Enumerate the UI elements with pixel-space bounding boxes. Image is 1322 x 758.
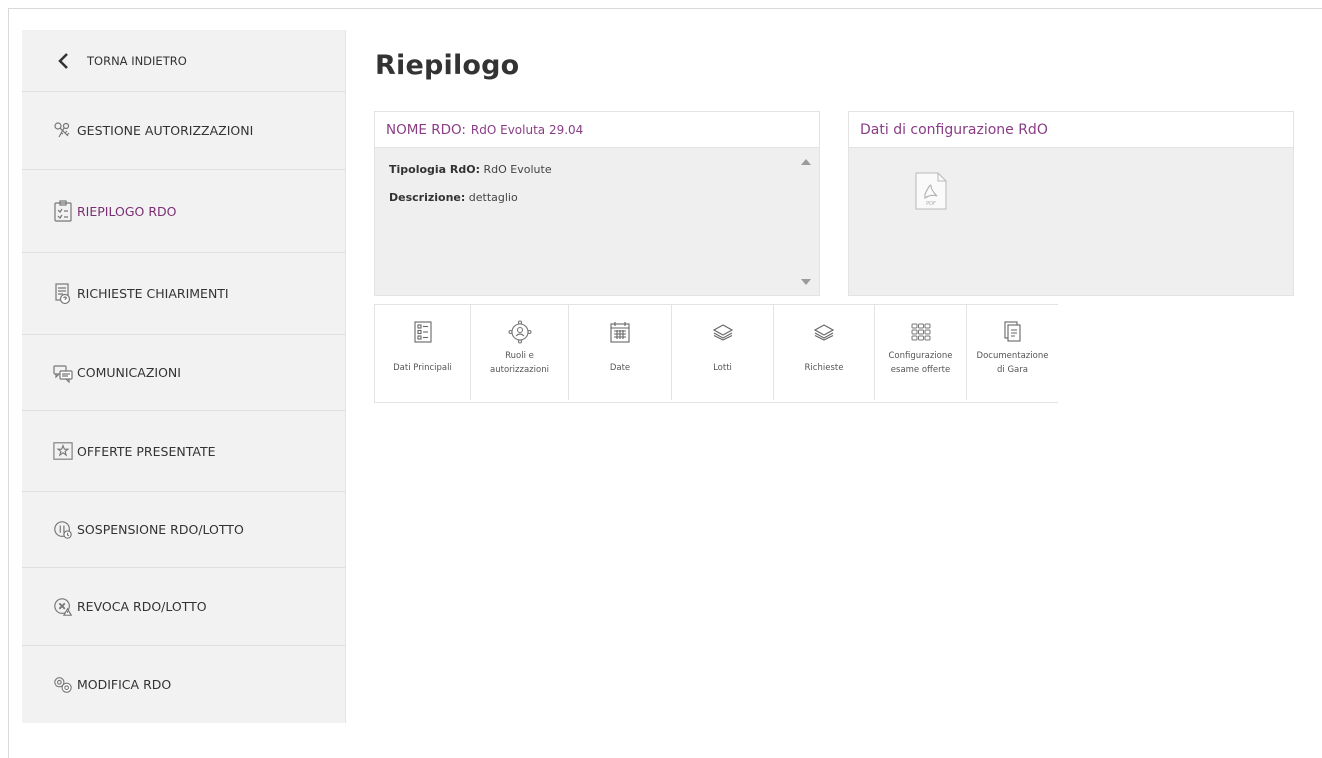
sidebar-item-label: COMUNICAZIONI [77,365,181,380]
tipologia-value: RdO Evolute [483,163,552,176]
tab-lotti[interactable]: Lotti [672,305,774,400]
rdo-card-body: Tipologia RdO: RdO Evolute Descrizione: … [375,148,819,295]
tab-label-line-2: autorizzazioni [490,365,549,375]
descrizione-line: Descrizione: dettaglio [389,191,518,204]
tab-label-line-2: di Gara [997,365,1028,375]
sidebar-item-sospensione[interactable]: SOSPENSIONE RDO/LOTTO [22,492,345,568]
tab-dati-principali[interactable]: Dati Principali [375,305,471,400]
rdo-scrollbar[interactable] [793,148,819,295]
cancel-icon [53,597,73,617]
sidebar-item-comunicazioni[interactable]: COMUNICAZIONI [22,335,345,411]
documents-icon [1001,319,1025,345]
tab-ruoli-autorizzazioni[interactable]: Ruoli e autorizzazioni [471,305,569,400]
tipologia-label: Tipologia RdO: [389,163,481,176]
keys-icon [53,121,73,141]
tab-label: Documentazione di Gara [967,349,1058,377]
sidebar-item-label: SOSPENSIONE RDO/LOTTO [77,522,244,537]
sidebar: TORNA INDIETRO GESTIONE AUTORIZZAZIONI R… [22,30,346,723]
rdo-summary-card: NOME RDO: RdO Evoluta 29.04 Tipologia Rd… [374,111,820,296]
sidebar-item-label: REVOCA RDO/LOTTO [77,599,207,614]
back-label: TORNA INDIETRO [87,53,187,68]
frame-left-border [8,8,9,758]
tab-label-line-1: Documentazione [976,351,1049,361]
tab-date[interactable]: Date [569,305,672,400]
rdo-card-header: NOME RDO: RdO Evoluta 29.04 [375,112,819,148]
chevron-left-icon [53,51,73,71]
sidebar-item-richieste-chiarimenti[interactable]: RICHIESTE CHIARIMENTI [22,253,345,335]
sidebar-item-label: OFFERTE PRESENTATE [77,443,216,459]
scroll-up-arrow-icon[interactable] [801,159,811,165]
sidebar-item-label: GESTIONE AUTORIZZAZIONI [77,123,254,138]
pdf-icon-text: PDF [926,201,936,207]
grid-icon [909,319,933,345]
user-roles-icon [507,319,532,345]
config-card: Dati di configurazione RdO PDF [848,111,1294,296]
rdo-name-label: NOME RDO: [386,121,466,138]
tipologia-line: Tipologia RdO: RdO Evolute [389,163,552,176]
tab-label: Dati Principali [393,363,452,373]
sidebar-item-revoca[interactable]: REVOCA RDO/LOTTO [22,568,345,646]
sidebar-item-modifica-rdo[interactable]: MODIFICA RDO [22,646,345,723]
config-card-header: Dati di configurazione RdO [849,112,1293,148]
back-button[interactable]: TORNA INDIETRO [22,30,345,92]
descrizione-value: dettaglio [468,191,518,204]
clipboard-icon [53,200,73,222]
descrizione-label: Descrizione: [389,191,466,204]
tab-label-line-1: Configurazione [888,351,953,361]
layers-icon [711,319,735,345]
sidebar-item-gestione-autorizzazioni[interactable]: GESTIONE AUTORIZZAZIONI [22,92,345,170]
tab-configurazione-esame-offerte[interactable]: Configurazione esame offerte [875,305,967,400]
layers-icon [812,319,836,345]
list-icon [411,319,435,345]
pause-icon [53,520,73,540]
sidebar-item-label: MODIFICA RDO [77,677,172,692]
rdo-name-value: RdO Evoluta 29.04 [470,122,584,137]
sidebar-item-offerte-presentate[interactable]: OFFERTE PRESENTATE [22,411,345,492]
star-frame-icon [53,441,73,461]
chat-icon [53,363,73,383]
tab-label: Configurazione esame offerte [875,349,966,377]
calendar-icon [608,319,632,345]
pdf-icon[interactable]: PDF [915,172,947,210]
gears-icon [53,675,73,695]
tab-label: Lotti [713,363,732,373]
tab-richieste[interactable]: Richieste [774,305,875,400]
tab-label-line-2: esame offerte [890,365,951,375]
tab-label: Ruoli e autorizzazioni [471,349,568,377]
page-title: Riepilogo [375,50,520,81]
tab-label-line-1: Ruoli e [505,351,534,361]
config-card-body: PDF [849,148,1293,295]
frame-top-border [8,8,1322,9]
config-card-title: Dati di configurazione RdO [860,121,1048,138]
document-question-icon [53,282,73,304]
section-tabs: Dati Principali Ruoli e autorizzazioni D… [374,304,1058,403]
sidebar-item-riepilogo-rdo[interactable]: RIEPILOGO RDO [22,170,345,253]
scroll-down-arrow-icon[interactable] [801,279,811,285]
tab-documentazione-gara[interactable]: Documentazione di Gara [967,305,1058,400]
sidebar-item-label: RIEPILOGO RDO [77,203,177,219]
sidebar-item-label: RICHIESTE CHIARIMENTI [77,286,229,301]
tab-label: Richieste [804,363,844,373]
tab-label: Date [609,363,631,373]
